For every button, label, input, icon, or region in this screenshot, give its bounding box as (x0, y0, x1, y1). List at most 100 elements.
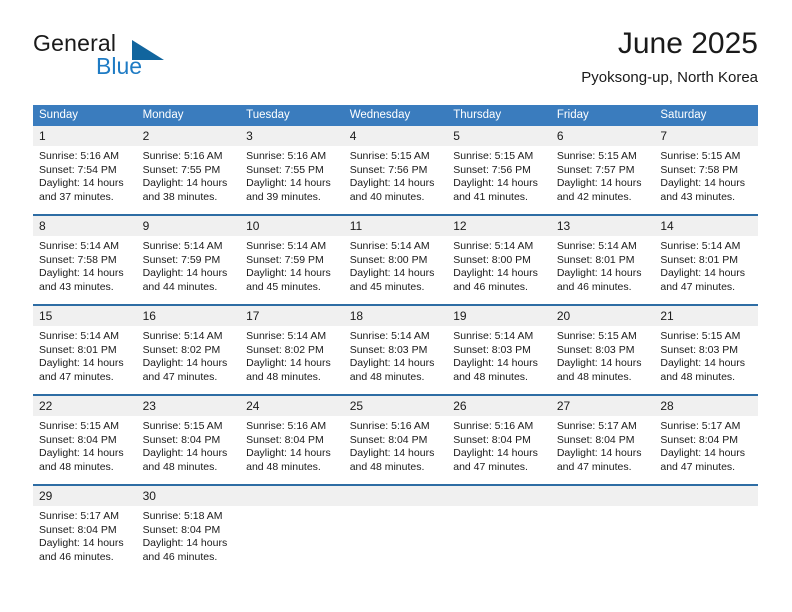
weekday-header-sunday: Sunday (33, 105, 137, 126)
day-details: Sunrise: 5:14 AM Sunset: 8:02 PM Daylight:… (137, 326, 241, 384)
calendar-day-cell[interactable]: 6 Sunrise: 5:15 AM Sunset: 7:57 PM Daylight… (550, 126, 655, 215)
daylight-text-line2: and 43 minutes. (39, 280, 114, 293)
calendar-day-cell[interactable]: 22 Sunrise: 5:15 AM Sunset: 8:04 PM Dayligh… (33, 394, 137, 485)
calendar-day-cell[interactable]: 21 Sunrise: 5:15 AM Sunset: 8:03 PM Dayligh… (654, 304, 758, 395)
daylight-text-line1: Daylight: 14 hours (39, 447, 124, 459)
daylight-text-line1: Daylight: 14 hours (349, 357, 435, 369)
sunrise-text: Sunrise: 5:16 AM (246, 420, 327, 432)
calendar-day-cell[interactable]: 12 Sunrise: 5:14 AM Sunset: 8:00 PM Dayligh… (447, 214, 551, 305)
weekday-header-saturday: Saturday (654, 105, 758, 126)
calendar-day-cell[interactable]: 28 Sunrise: 5:17 AM Sunset: 8:04 PM Dayligh… (654, 394, 758, 485)
sunrise-text: Sunrise: 5:16 AM (39, 150, 119, 162)
calendar-day-cell[interactable] (447, 484, 551, 574)
logo-text-blue: Blue (96, 53, 143, 79)
sunset-text: Sunset: 7:56 PM (453, 163, 531, 176)
calendar-day-cell[interactable]: 13 Sunrise: 5:14 AM Sunset: 8:01 PM Dayligh… (550, 214, 655, 305)
day-details (654, 506, 758, 510)
calendar-day-cell[interactable]: 5 Sunrise: 5:15 AM Sunset: 7:56 PM Daylight… (447, 126, 551, 215)
sunrise-text: Sunrise: 5:16 AM (246, 150, 327, 162)
sunset-text: Sunset: 8:04 PM (39, 523, 117, 536)
calendar-day-cell[interactable]: 1 Sunrise: 5:16 AM Sunset: 7:54 PM Daylight… (33, 126, 137, 215)
calendar-day-cell[interactable]: 30 Sunrise: 5:18 AM Sunset: 8:04 PM Dayligh… (136, 484, 241, 574)
sunset-text: Sunset: 8:03 PM (453, 343, 531, 356)
day-cell-inner: 19 Sunrise: 5:14 AM Sunset: 8:03 PM Dayligh… (447, 306, 551, 394)
calendar-day-cell[interactable]: 11 Sunrise: 5:14 AM Sunset: 8:00 PM Dayligh… (343, 214, 448, 305)
calendar-day-cell[interactable] (654, 484, 758, 574)
day-cell-inner (343, 486, 448, 574)
daylight-text-line1: Daylight: 14 hours (660, 267, 746, 279)
day-details: Sunrise: 5:15 AM Sunset: 8:04 PM Daylight:… (137, 416, 241, 474)
calendar-day-cell[interactable]: 20 Sunrise: 5:15 AM Sunset: 8:03 PM Dayligh… (550, 304, 655, 395)
calendar-day-cell[interactable]: 19 Sunrise: 5:14 AM Sunset: 8:03 PM Dayligh… (447, 304, 551, 395)
calendar-day-cell[interactable]: 9 Sunrise: 5:14 AM Sunset: 7:59 PM Daylight… (136, 214, 241, 305)
sunset-text: Sunset: 7:55 PM (246, 163, 324, 176)
day-number: 22 (33, 396, 137, 416)
daylight-text-line2: and 48 minutes. (246, 460, 321, 473)
calendar-week-row: 1 Sunrise: 5:16 AM Sunset: 7:54 PM Daylight… (33, 126, 758, 215)
calendar-day-cell[interactable]: 7 Sunrise: 5:15 AM Sunset: 7:58 PM Daylight… (654, 126, 758, 215)
sunrise-text: Sunrise: 5:15 AM (349, 150, 430, 162)
day-cell-inner: 1 Sunrise: 5:16 AM Sunset: 7:54 PM Daylight… (33, 126, 137, 214)
sunset-text: Sunset: 8:03 PM (556, 343, 635, 356)
calendar-day-cell[interactable] (343, 484, 448, 574)
sunset-text: Sunset: 8:01 PM (39, 343, 117, 356)
calendar-day-cell[interactable]: 25 Sunrise: 5:16 AM Sunset: 8:04 PM Dayligh… (343, 394, 448, 485)
location-subtitle: Pyoksong-up, North Korea (581, 69, 758, 86)
day-number: 30 (136, 486, 241, 506)
daylight-text-line1: Daylight: 14 hours (660, 177, 746, 189)
calendar-day-cell[interactable]: 10 Sunrise: 5:14 AM Sunset: 7:59 PM Dayligh… (240, 214, 344, 305)
day-details: Sunrise: 5:16 AM Sunset: 7:55 PM Daylight:… (137, 146, 241, 204)
title-block: June 2025 Pyoksong-up, North Korea (581, 26, 758, 89)
sunset-text: Sunset: 8:00 PM (349, 253, 428, 266)
day-number: 20 (550, 306, 655, 326)
day-number: 9 (136, 216, 241, 236)
day-details (447, 506, 551, 510)
day-cell-inner: 23 Sunrise: 5:15 AM Sunset: 8:04 PM Dayligh… (136, 396, 241, 484)
sunset-text: Sunset: 8:03 PM (660, 343, 739, 356)
calendar-day-cell[interactable]: 8 Sunrise: 5:14 AM Sunset: 7:58 PM Daylight… (33, 214, 137, 305)
calendar-day-cell[interactable]: 2 Sunrise: 5:16 AM Sunset: 7:55 PM Daylight… (136, 126, 241, 215)
calendar-day-cell[interactable]: 26 Sunrise: 5:16 AM Sunset: 8:04 PM Dayligh… (447, 394, 551, 485)
sunset-text: Sunset: 7:59 PM (246, 253, 324, 266)
day-number: 3 (240, 126, 344, 146)
calendar-day-cell[interactable]: 18 Sunrise: 5:14 AM Sunset: 8:03 PM Dayligh… (343, 304, 448, 395)
daylight-text-line1: Daylight: 14 hours (556, 177, 642, 189)
calendar-day-cell[interactable]: 3 Sunrise: 5:16 AM Sunset: 7:55 PM Daylight… (240, 126, 344, 215)
day-details: Sunrise: 5:14 AM Sunset: 8:02 PM Daylight:… (240, 326, 344, 384)
sunset-text: Sunset: 7:58 PM (39, 253, 117, 266)
daylight-text-line2: and 46 minutes. (39, 550, 114, 563)
daylight-text-line1: Daylight: 14 hours (142, 267, 228, 279)
daylight-text-line1: Daylight: 14 hours (660, 357, 746, 369)
calendar-table: Sunday Monday Tuesday Wednesday Thursday… (33, 105, 758, 574)
sunrise-text: Sunrise: 5:14 AM (349, 240, 430, 252)
calendar-day-cell[interactable]: 16 Sunrise: 5:14 AM Sunset: 8:02 PM Dayligh… (136, 304, 241, 395)
day-number: 17 (240, 306, 344, 326)
calendar-week-row: 15 Sunrise: 5:14 AM Sunset: 8:01 PM Dayligh… (33, 304, 758, 395)
calendar-day-cell[interactable]: 24 Sunrise: 5:16 AM Sunset: 8:04 PM Dayligh… (240, 394, 344, 485)
calendar-header-row: Sunday Monday Tuesday Wednesday Thursday… (33, 105, 758, 126)
day-number: 8 (33, 216, 137, 236)
daylight-text-line1: Daylight: 14 hours (39, 357, 124, 369)
calendar-day-cell[interactable]: 23 Sunrise: 5:15 AM Sunset: 8:04 PM Dayligh… (136, 394, 241, 485)
daylight-text-line1: Daylight: 14 hours (39, 537, 124, 549)
sunset-text: Sunset: 7:54 PM (39, 163, 117, 176)
calendar-day-cell[interactable] (240, 484, 344, 574)
day-details (344, 506, 448, 510)
calendar-day-cell[interactable]: 15 Sunrise: 5:14 AM Sunset: 8:01 PM Dayligh… (33, 304, 137, 395)
daylight-text-line1: Daylight: 14 hours (556, 447, 642, 459)
sunset-text: Sunset: 8:04 PM (453, 433, 531, 446)
daylight-text-line1: Daylight: 14 hours (246, 177, 331, 189)
day-number: 28 (654, 396, 758, 416)
sunrise-text: Sunrise: 5:15 AM (39, 420, 119, 432)
day-number: 7 (654, 126, 758, 146)
calendar-day-cell[interactable]: 27 Sunrise: 5:17 AM Sunset: 8:04 PM Dayligh… (550, 394, 655, 485)
calendar-day-cell[interactable] (550, 484, 655, 574)
day-cell-inner: 5 Sunrise: 5:15 AM Sunset: 7:56 PM Daylight… (447, 126, 551, 214)
calendar-day-cell[interactable]: 14 Sunrise: 5:14 AM Sunset: 8:01 PM Dayligh… (654, 214, 758, 305)
day-details: Sunrise: 5:15 AM Sunset: 7:58 PM Daylight:… (654, 146, 758, 204)
daylight-text-line2: and 46 minutes. (142, 550, 218, 563)
calendar-day-cell[interactable]: 4 Sunrise: 5:15 AM Sunset: 7:56 PM Daylight… (343, 126, 448, 215)
calendar-day-cell[interactable]: 17 Sunrise: 5:14 AM Sunset: 8:02 PM Dayligh… (240, 304, 344, 395)
day-details: Sunrise: 5:14 AM Sunset: 7:58 PM Daylight:… (33, 236, 137, 294)
calendar-day-cell[interactable]: 29 Sunrise: 5:17 AM Sunset: 8:04 PM Dayligh… (33, 484, 137, 574)
